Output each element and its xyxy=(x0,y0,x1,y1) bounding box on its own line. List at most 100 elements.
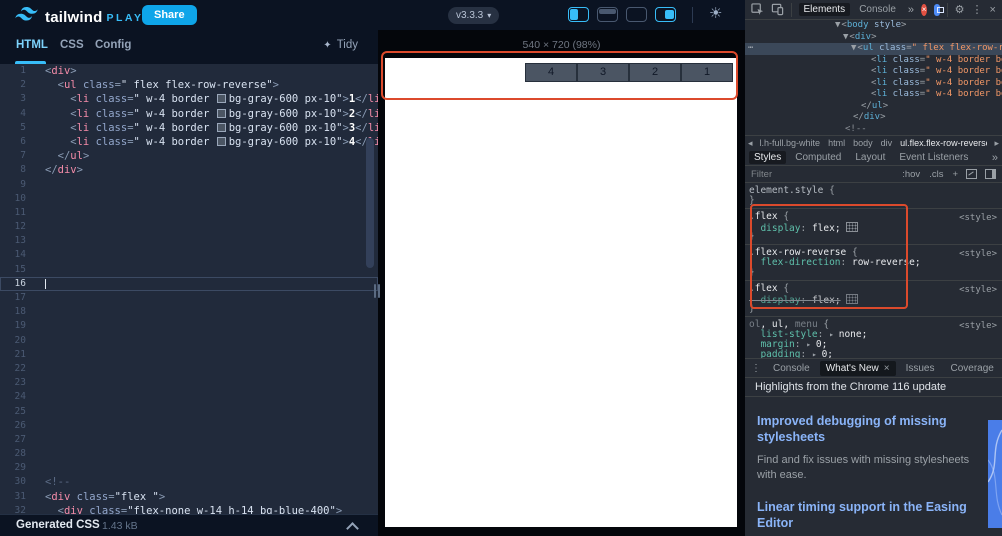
drawer-tab-coverage[interactable]: Coverage xyxy=(945,361,1000,376)
code-line[interactable]: 17 xyxy=(0,291,378,305)
elements-tree-row[interactable]: ⋯▼<ul class=" flex flex-row-reverse"> xyxy=(745,43,1002,55)
code-line[interactable]: 9 xyxy=(0,178,378,192)
breadcrumb-scroll-left-icon[interactable]: ◂ xyxy=(748,138,753,149)
generated-css-bar[interactable]: Generated CSS 1.43 kB xyxy=(0,514,378,536)
code-line[interactable]: 7 </ul> xyxy=(0,149,378,163)
code-line[interactable]: 30<!-- xyxy=(0,475,378,489)
layout-split-vertical-button[interactable] xyxy=(568,7,589,22)
code-line[interactable]: 15 xyxy=(0,263,378,277)
rule-property[interactable]: padding: ▸ 0; xyxy=(749,350,998,358)
tidy-button[interactable]: ✦ Tidy xyxy=(323,39,358,51)
devtools-tab-elements[interactable]: Elements xyxy=(799,3,851,16)
code-line[interactable]: 21 xyxy=(0,348,378,362)
layout-editor-only-button[interactable] xyxy=(626,7,647,22)
breadcrumb-scroll-right-icon[interactable]: ▸ xyxy=(994,138,999,149)
code-line[interactable]: 19 xyxy=(0,319,378,333)
code-line[interactable]: 10 xyxy=(0,192,378,206)
styles-tab-layout[interactable]: Layout xyxy=(850,151,890,164)
drawer-tab-issues[interactable]: Issues xyxy=(900,361,941,376)
whats-new-link[interactable]: Linear timing support in the Easing Edit… xyxy=(757,499,985,531)
code-line[interactable]: 8</div> xyxy=(0,163,378,177)
breadcrumb-item[interactable]: l.h-full.bg-white xyxy=(760,138,821,148)
expand-icon[interactable]: ▸ xyxy=(829,330,839,339)
code-line[interactable]: 29 xyxy=(0,461,378,475)
chevron-up-icon[interactable] xyxy=(346,522,359,535)
elements-tree-row[interactable]: <!-- xyxy=(745,124,1002,136)
tab-config[interactable]: Config xyxy=(95,39,131,51)
expand-icon[interactable]: ▸ xyxy=(806,340,816,349)
inspect-icon[interactable] xyxy=(751,3,764,16)
code-line[interactable]: 24 xyxy=(0,390,378,404)
styles-tab-computed[interactable]: Computed xyxy=(790,151,846,164)
code-line[interactable]: 3 <li class=" w-4 border bg-gray-600 px-… xyxy=(0,92,378,106)
version-selector[interactable]: v3.3.3 ▾ xyxy=(448,7,499,24)
styles-tab-styles[interactable]: Styles xyxy=(749,151,786,164)
elements-tree-row[interactable]: ▼<div> xyxy=(745,32,1002,44)
elements-tree-row[interactable]: <li class=" w-4 border bg-gray-600 px-10… xyxy=(745,89,1002,101)
drawer-tab-console[interactable]: Console xyxy=(767,361,816,376)
settings-gear-icon[interactable]: ⚙ xyxy=(955,3,965,16)
close-devtools-icon[interactable]: × xyxy=(990,4,996,16)
code-line[interactable]: 28 xyxy=(0,447,378,461)
elements-tree-row[interactable]: <li class=" w-4 border bg-gray-600 px-10… xyxy=(745,55,1002,67)
extension-badge-icon[interactable] xyxy=(934,4,940,16)
filter-chip[interactable]: :hov xyxy=(902,169,920,180)
code-line[interactable]: 14 xyxy=(0,248,378,262)
breadcrumb-item[interactable]: body xyxy=(853,138,873,148)
code-line[interactable]: 23 xyxy=(0,376,378,390)
error-badge-icon[interactable]: × xyxy=(921,4,927,16)
devtools-tab-console[interactable]: Console xyxy=(854,3,901,16)
close-tab-icon[interactable]: × xyxy=(884,363,890,374)
filter-chip[interactable]: + xyxy=(952,169,958,180)
breadcrumb-item[interactable]: div xyxy=(881,138,893,148)
element-state-icon[interactable] xyxy=(966,169,977,179)
row-options-icon[interactable]: ⋯ xyxy=(748,43,753,55)
code-line[interactable]: 18 xyxy=(0,305,378,319)
theme-toggle-sun-icon[interactable]: ☀ xyxy=(703,3,728,23)
computed-sidebar-icon[interactable] xyxy=(985,169,996,179)
code-line[interactable]: 16 xyxy=(0,277,378,291)
rule-property[interactable]: display: flex; xyxy=(749,294,998,304)
layout-preview-button[interactable] xyxy=(655,7,676,22)
flex-editor-icon[interactable] xyxy=(846,222,858,232)
elements-tree-row[interactable]: </ul> xyxy=(745,101,1002,113)
style-source-link[interactable]: <style> xyxy=(959,249,997,259)
code-line[interactable]: 26 xyxy=(0,419,378,433)
code-line[interactable]: 22 xyxy=(0,362,378,376)
code-line[interactable]: 5 <li class=" w-4 border bg-gray-600 px-… xyxy=(0,121,378,135)
style-source-link[interactable]: <style> xyxy=(959,213,997,223)
drawer-tab-what-s-new[interactable]: What's New× xyxy=(820,361,896,376)
code-line[interactable]: 32 <div class="flex-none w-14 h-14 bg-bl… xyxy=(0,504,378,514)
layout-split-horizontal-button[interactable] xyxy=(597,7,618,22)
filter-input[interactable]: Filter xyxy=(751,169,893,180)
elements-tree-row[interactable]: <li class=" w-4 border bg-gray-600 px-10… xyxy=(745,66,1002,78)
kebab-menu-icon[interactable]: ⋮ xyxy=(972,3,983,16)
elements-tree-row[interactable]: <li class=" w-4 border bg-gray-600 px-10… xyxy=(745,78,1002,90)
editor-scrollbar[interactable] xyxy=(366,138,374,268)
code-line[interactable]: 13 xyxy=(0,234,378,248)
rule-property[interactable]: flex-direction: row-reverse; xyxy=(749,258,998,268)
device-toolbar-icon[interactable] xyxy=(771,3,784,16)
code-line[interactable]: 12 xyxy=(0,220,378,234)
code-line[interactable]: 31<div class="flex "> xyxy=(0,490,378,504)
drawer-menu-icon[interactable]: ⋮ xyxy=(751,363,761,374)
breadcrumb-item[interactable]: html xyxy=(828,138,845,148)
filter-chip[interactable]: .cls xyxy=(929,169,943,180)
more-tabs-icon[interactable]: » xyxy=(908,4,914,16)
code-line[interactable]: 20 xyxy=(0,334,378,348)
elements-tree-row[interactable]: ▼<body style> xyxy=(745,20,1002,32)
code-line[interactable]: 27 xyxy=(0,433,378,447)
resize-handle[interactable] xyxy=(374,284,380,298)
code-line[interactable]: 1<div> xyxy=(0,64,378,78)
code-editor[interactable]: 1<div>2 <ul class=" flex flex-row-revers… xyxy=(0,64,378,514)
more-sidebar-tabs-icon[interactable]: » xyxy=(992,152,998,164)
code-line[interactable]: 6 <li class=" w-4 border bg-gray-600 px-… xyxy=(0,135,378,149)
rule-property[interactable]: display: flex; xyxy=(749,222,998,232)
breadcrumb-item[interactable]: ul.flex.flex-row-reverse xyxy=(900,138,987,148)
flex-editor-icon[interactable] xyxy=(846,294,858,304)
code-line[interactable]: 25 xyxy=(0,405,378,419)
tab-html[interactable]: HTML xyxy=(16,39,48,51)
tab-css[interactable]: CSS xyxy=(60,39,84,51)
code-line[interactable]: 4 <li class=" w-4 border bg-gray-600 px-… xyxy=(0,107,378,121)
styles-tab-event-listeners[interactable]: Event Listeners xyxy=(894,151,973,164)
